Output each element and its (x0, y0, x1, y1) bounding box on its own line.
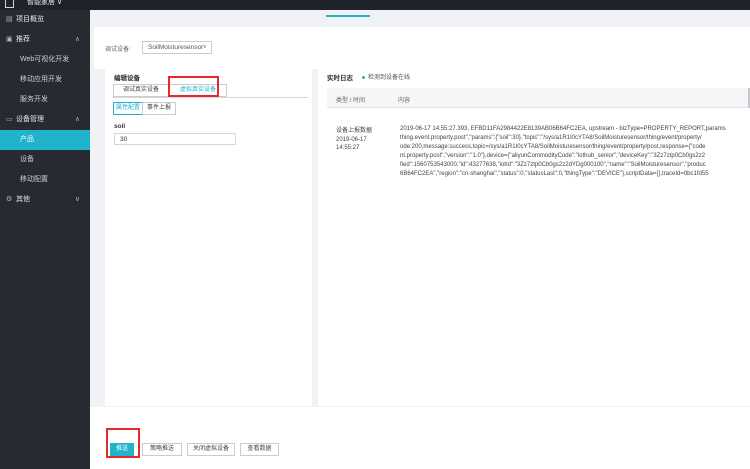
device-select[interactable]: SoilMoisturesensor ∨ (142, 41, 212, 54)
app-logo-icon[interactable] (5, 0, 14, 8)
sidebar-item-label: 产品 (20, 136, 34, 143)
tab-property-config[interactable]: 属性配置 (113, 102, 143, 115)
panel-title: 实时日志 (327, 75, 353, 82)
view-data-button[interactable]: 查看数据 (240, 443, 279, 456)
status-text: 检测到设备在线 (368, 75, 411, 81)
soil-input[interactable] (114, 133, 236, 145)
top-bar: 智能家居 ∨ (0, 0, 750, 10)
overview-icon: ▤ (6, 16, 13, 23)
project-switcher[interactable]: 智能家居 ∨ (27, 0, 62, 6)
column-header-type-time: 类型 / 时间 (336, 98, 366, 104)
sidebar-item-device-mgmt[interactable]: ▭ 设备管理 ∧ (0, 110, 90, 130)
sidebar-item-other[interactable]: ⚙ 其他 ∨ (0, 190, 90, 210)
sidebar-item-label: 移动配置 (20, 176, 48, 183)
tab-debug-real-device[interactable]: 调试真实设备 (113, 84, 169, 97)
status-dot-icon (362, 75, 365, 79)
sidebar-item-label: 移动应用开发 (20, 76, 62, 83)
sidebar-item-label: 服务开发 (20, 96, 48, 103)
log-message: 2019-06-17 14:55:27.393, EFBD11FA2984422… (400, 126, 726, 177)
log-type: 设备上报数据 (336, 128, 373, 134)
edit-device-panel: 编辑设备 调试真实设备 虚拟真实设备 属性配置 事件上报 soil (105, 61, 312, 406)
sidebar-item-mobile-config[interactable]: 移动配置 (0, 170, 90, 190)
chevron-down-icon: ∨ (202, 44, 207, 50)
recommend-icon: ▣ (6, 36, 13, 43)
chevron-down-icon: ∨ (74, 196, 80, 203)
strategy-push-button[interactable]: 策略推送 (142, 443, 182, 456)
sidebar-item-label: Web可视化开发 (20, 56, 70, 63)
sidebar: ▤ 项目概览 ▣ 推荐 ∧ Web可视化开发 移动应用开发 服务开发 ▭ 设备管… (0, 10, 90, 469)
sidebar-item-label: 推荐 (16, 36, 30, 43)
gear-icon: ⚙ (6, 196, 13, 203)
sidebar-item-label: 其他 (16, 196, 30, 203)
close-virtual-device-button[interactable]: 关闭虚拟设备 (187, 443, 235, 456)
sidebar-item-web-dev[interactable]: Web可视化开发 (0, 50, 90, 70)
device-selector-label: 调试设备: (105, 47, 131, 53)
sidebar-item-label: 项目概览 (16, 16, 44, 23)
column-header-content: 内容 (398, 98, 411, 104)
chevron-up-icon: ∧ (74, 116, 80, 123)
active-tab-indicator (326, 15, 370, 17)
sidebar-item-service-dev[interactable]: 服务开发 (0, 90, 90, 110)
tab-event-report[interactable]: 事件上报 (142, 102, 176, 115)
panel-title: 编辑设备 (114, 75, 140, 82)
sidebar-item-label: 设备管理 (16, 116, 44, 123)
tab-divider (113, 97, 308, 98)
sidebar-item-recommend[interactable]: ▣ 推荐 ∧ (0, 30, 90, 50)
sidebar-item-device[interactable]: 设备 (0, 150, 90, 170)
log-time: 2019-06-17 14:55:27 (336, 137, 367, 151)
action-bar: 推送 策略推送 关闭虚拟设备 查看数据 (90, 407, 750, 469)
sidebar-item-overview[interactable]: ▤ 项目概览 (0, 10, 90, 30)
realtime-log-panel: 实时日志 检测到设备在线 类型 / 时间 内容 设备上报数据 2019-06-1… (318, 61, 750, 406)
device-online-status: 检测到设备在线 (362, 72, 410, 81)
chevron-up-icon: ∧ (74, 36, 80, 43)
sidebar-item-mobile-dev[interactable]: 移动应用开发 (0, 70, 90, 90)
device-select-value: SoilMoisturesensor (148, 44, 204, 51)
sidebar-item-label: 设备 (20, 156, 34, 163)
sidebar-item-product[interactable]: 产品 (0, 130, 90, 150)
log-table-header: 类型 / 时间 内容 (327, 88, 750, 108)
soil-field-label: soil (114, 123, 126, 130)
highlight-box-push-button (106, 428, 140, 458)
device-mgmt-icon: ▭ (6, 116, 13, 123)
highlight-box-virtual-tab (168, 76, 219, 97)
